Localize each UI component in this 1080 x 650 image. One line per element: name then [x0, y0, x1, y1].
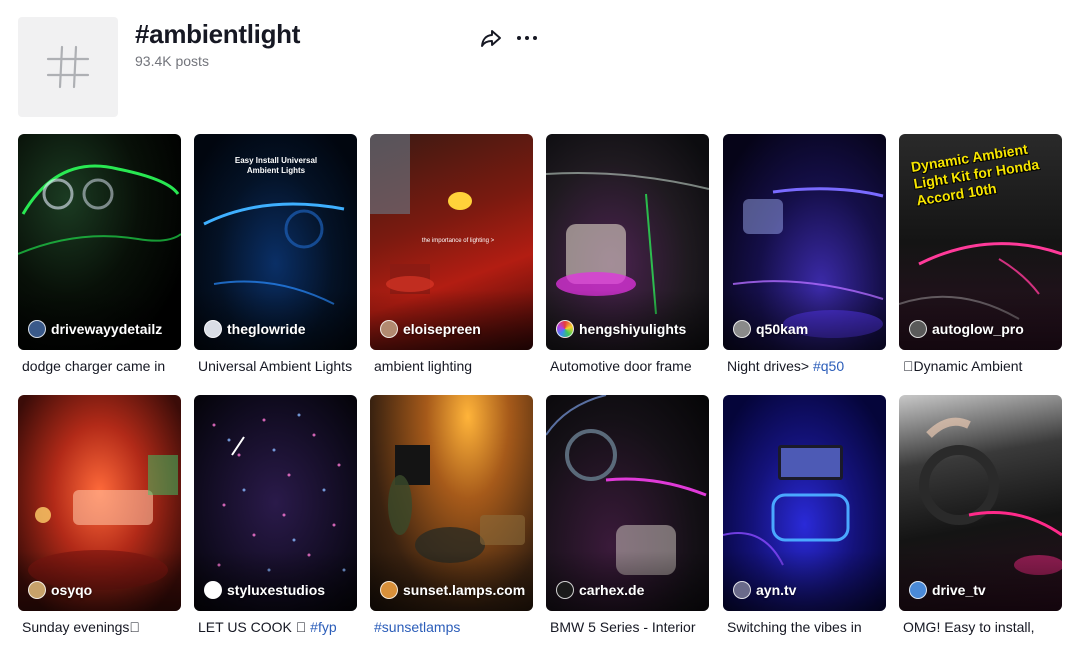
- video-card[interactable]: drivewayydetailz dodge charger came in: [18, 134, 181, 375]
- hashtag-header: #ambientlight 93.4K posts: [18, 17, 1062, 117]
- caption-text: Universal Ambient Lights: [198, 358, 353, 374]
- author-name: theglowride: [227, 321, 306, 337]
- video-caption[interactable]: Automotive door frame: [546, 357, 709, 375]
- avatar: [380, 320, 398, 338]
- video-caption[interactable]: #sunsetlamps: [370, 618, 533, 636]
- video-caption[interactable]: LET US COOK   #fyp: [194, 618, 357, 636]
- video-author[interactable]: theglowride: [204, 320, 306, 338]
- video-card[interactable]: osyqo Sunday evenings : [18, 395, 181, 636]
- avatar: [733, 581, 751, 599]
- video-thumbnail[interactable]: q50kam: [723, 134, 886, 350]
- video-caption[interactable]: dodge charger came in: [18, 357, 181, 375]
- video-card[interactable]: drive_tv OMG! Easy to install,: [899, 395, 1062, 636]
- video-card[interactable]: the importance of lighting > eloisepreen…: [370, 134, 533, 375]
- video-overlay-text: Easy Install Universal Ambient Lights: [234, 156, 318, 175]
- video-caption[interactable]: Sunday evenings : [18, 618, 181, 636]
- caption-text: Switching the vibes in: [727, 619, 862, 635]
- video-author[interactable]: autoglow_pro: [909, 320, 1024, 338]
- avatar: [909, 320, 927, 338]
- video-thumbnail[interactable]: osyqo: [18, 395, 181, 611]
- avatar: [28, 320, 46, 338]
- author-name: styluxestudios: [227, 582, 326, 598]
- video-card[interactable]: sunset.lamps.com #sunsetlamps: [370, 395, 533, 636]
- posts-count: 93.4K posts: [135, 53, 209, 69]
- video-thumbnail[interactable]: sunset.lamps.com: [370, 395, 533, 611]
- video-author[interactable]: sunset.lamps.com: [380, 581, 525, 599]
- video-author[interactable]: drive_tv: [909, 581, 986, 599]
- more-options-icon: [517, 36, 537, 40]
- share-button[interactable]: [479, 26, 503, 50]
- more-options-button[interactable]: [515, 26, 539, 50]
- avatar: [28, 581, 46, 599]
- video-author[interactable]: eloisepreen: [380, 320, 481, 338]
- video-card[interactable]: carhex.de BMW 5 Series - Interior: [546, 395, 709, 636]
- video-thumbnail[interactable]: ayn.tv: [723, 395, 886, 611]
- video-thumbnail[interactable]: drive_tv: [899, 395, 1062, 611]
- author-name: drive_tv: [932, 582, 986, 598]
- video-caption[interactable]: BMW 5 Series - Interior: [546, 618, 709, 636]
- author-name: drivewayydetailz: [51, 321, 163, 337]
- hashtag-avatar: [18, 17, 118, 117]
- video-thumbnail[interactable]: Dynamic Ambient Light Kit for Honda Acco…: [899, 134, 1062, 350]
- caption-text:  Dynamic Ambient: [903, 358, 1023, 374]
- author-name: hengshiyulights: [579, 321, 687, 337]
- caption-text: OMG! Easy to install,: [903, 619, 1035, 635]
- video-author[interactable]: styluxestudios: [204, 581, 325, 599]
- avatar: [556, 320, 574, 338]
- hash-icon: [46, 45, 90, 89]
- video-caption[interactable]: ambient lighting: [370, 357, 533, 375]
- video-card[interactable]: Dynamic Ambient Light Kit for Honda Acco…: [899, 134, 1062, 375]
- share-icon: [481, 30, 501, 47]
- caption-hashtag[interactable]: #fyp: [310, 619, 336, 635]
- video-author[interactable]: osyqo: [28, 581, 92, 599]
- page-title: #ambientlight: [135, 19, 301, 49]
- video-card[interactable]: hengshiyulights Automotive door frame: [546, 134, 709, 375]
- caption-hashtag[interactable]: #q50: [813, 358, 844, 374]
- author-name: autoglow_pro: [932, 321, 1024, 337]
- video-caption[interactable]: Switching the vibes in: [723, 618, 886, 636]
- video-thumbnail[interactable]: drivewayydetailz: [18, 134, 181, 350]
- caption-text: Night drives>: [727, 358, 813, 374]
- caption-text: ambient lighting: [374, 358, 473, 374]
- video-card[interactable]: styluxestudios LET US COOK   #fyp: [194, 395, 357, 636]
- caption-hashtag[interactable]: #sunsetlamps: [374, 619, 460, 635]
- avatar: [380, 581, 398, 599]
- video-caption[interactable]: Night drives> #q50: [723, 357, 886, 375]
- video-caption[interactable]:  Dynamic Ambient: [899, 357, 1062, 375]
- video-card[interactable]: ayn.tv Switching the vibes in: [723, 395, 886, 636]
- avatar: [733, 320, 751, 338]
- video-author[interactable]: ayn.tv: [733, 581, 796, 599]
- author-name: sunset.lamps.com: [403, 582, 526, 598]
- caption-text: BMW 5 Series - Interior: [550, 619, 696, 635]
- video-card[interactable]: Easy Install Universal Ambient Lights th…: [194, 134, 357, 375]
- video-thumbnail[interactable]: the importance of lighting > eloisepreen: [370, 134, 533, 350]
- caption-text: LET US COOK  : [198, 619, 311, 635]
- avatar: [204, 320, 222, 338]
- video-card[interactable]: q50kam Night drives> #q50: [723, 134, 886, 375]
- video-author[interactable]: drivewayydetailz: [28, 320, 162, 338]
- author-name: osyqo: [51, 582, 93, 598]
- author-name: q50kam: [756, 321, 809, 337]
- author-name: ayn.tv: [756, 582, 797, 598]
- author-name: carhex.de: [579, 582, 645, 598]
- avatar: [556, 581, 574, 599]
- video-thumbnail[interactable]: styluxestudios: [194, 395, 357, 611]
- video-overlay-text: the importance of lighting >: [421, 238, 495, 244]
- caption-text: Automotive door frame: [550, 358, 692, 374]
- author-name: eloisepreen: [403, 321, 481, 337]
- video-author[interactable]: carhex.de: [556, 581, 644, 599]
- video-caption[interactable]: Universal Ambient Lights: [194, 357, 357, 375]
- video-thumbnail[interactable]: carhex.de: [546, 395, 709, 611]
- video-thumbnail[interactable]: Easy Install Universal Ambient Lights th…: [194, 134, 357, 350]
- avatar: [909, 581, 927, 599]
- video-author[interactable]: hengshiyulights: [556, 320, 686, 338]
- caption-text: Sunday evenings : [22, 619, 140, 635]
- video-thumbnail[interactable]: hengshiyulights: [546, 134, 709, 350]
- caption-text: dodge charger came in: [22, 358, 166, 374]
- avatar: [204, 581, 222, 599]
- video-caption[interactable]: OMG! Easy to install,: [899, 618, 1062, 636]
- video-author[interactable]: q50kam: [733, 320, 808, 338]
